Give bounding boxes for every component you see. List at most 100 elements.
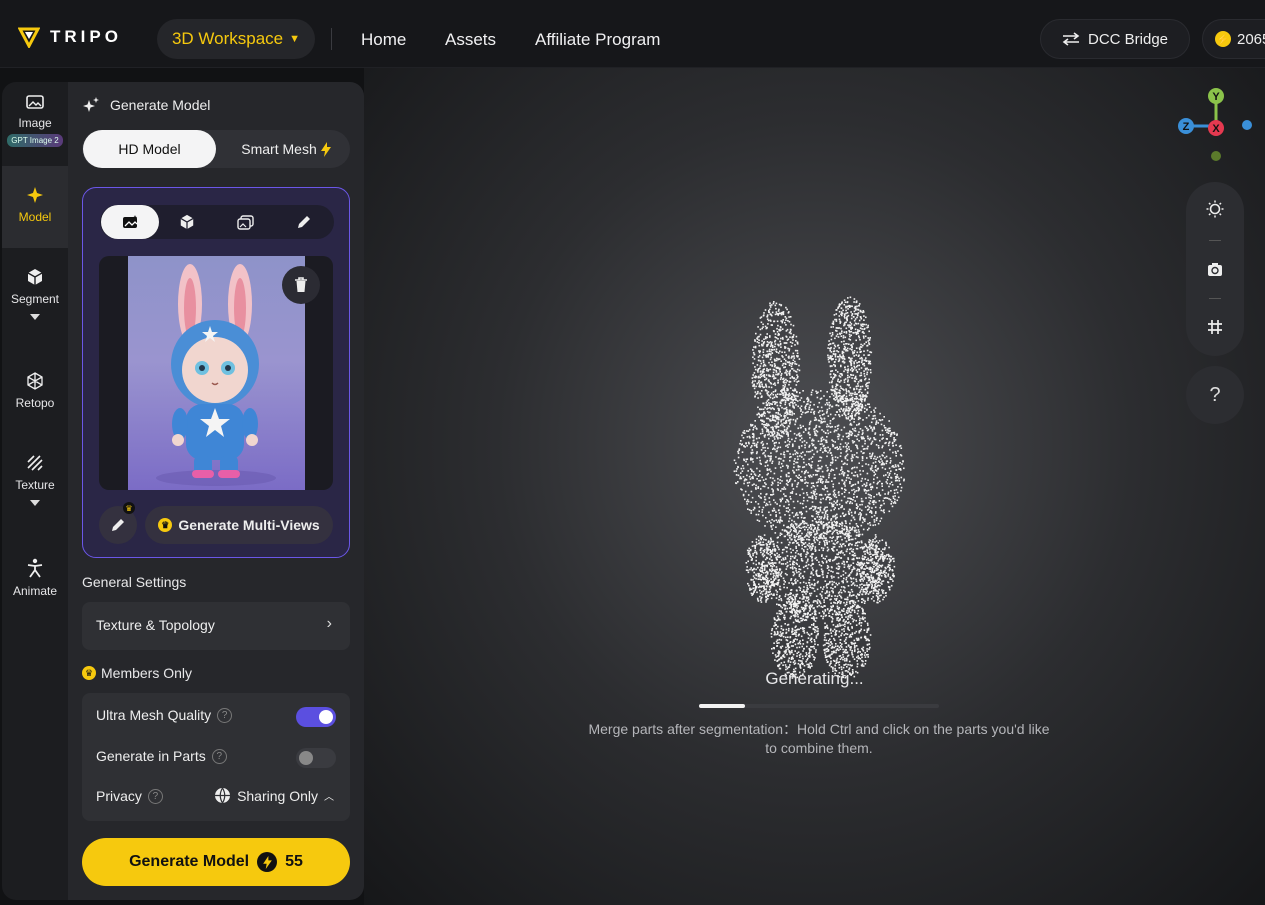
hd-model-label: HD Model [118, 141, 181, 157]
bolt-coin-icon: ⚡ [1215, 31, 1231, 47]
privacy-select[interactable]: Sharing Only ︿ [214, 787, 334, 804]
credits-value: 2065 [1237, 30, 1265, 48]
rail-label-segment: Segment [10, 292, 60, 306]
sun-icon [1206, 200, 1224, 218]
3d-viewport[interactable]: Y Z X ? Generating... Merge parts after … [364, 68, 1265, 905]
cube-icon [27, 269, 43, 285]
dcc-bridge-label: DCC Bridge [1087, 30, 1169, 48]
multi-views-label: Generate Multi-Views [178, 517, 320, 533]
members-only-heading: ♛ Members Only [82, 665, 192, 681]
caret-down-icon[interactable] [30, 314, 40, 320]
tab-image-upload[interactable] [101, 205, 159, 239]
axis-z-label: Z [1183, 121, 1190, 133]
tool-rail: Image GPT Image 2 Model Segment Retopo T… [2, 82, 68, 900]
caret-down-icon[interactable] [30, 500, 40, 506]
grid-icon [1208, 320, 1222, 334]
chevron-up-icon: ︿ [324, 792, 334, 803]
axis-y-label: Y [1212, 91, 1220, 103]
edit-image-button[interactable]: ♛ [99, 502, 137, 544]
generate-cost: 55 [285, 853, 303, 870]
rail-item-animate[interactable]: Animate [2, 558, 68, 608]
generate-model-panel: Generate Model HD Model Smart Mesh ♛ ♛ G… [68, 82, 364, 900]
reset-camera-button[interactable] [1186, 254, 1244, 284]
rail-item-texture[interactable]: Texture [2, 454, 68, 524]
members-settings-box: Ultra Mesh Quality ? Generate in Parts ?… [82, 693, 350, 821]
gpt-image-badge: GPT Image 2 [7, 134, 63, 147]
lighting-button[interactable] [1186, 194, 1244, 224]
pencil-icon [297, 215, 310, 228]
sparkles-icon [83, 97, 99, 112]
hd-model-option[interactable]: HD Model [83, 130, 216, 168]
nav-affiliate-program[interactable]: Affiliate Program [535, 30, 660, 50]
swap-arrows-icon [1062, 32, 1080, 46]
rail-item-segment[interactable]: Segment [2, 268, 68, 338]
help-icon[interactable]: ? [147, 788, 163, 804]
crown-icon: ♛ [158, 518, 173, 532]
uploaded-image-preview[interactable] [99, 256, 333, 490]
privacy-label: Privacy [96, 788, 142, 804]
axis-x-label: X [1212, 123, 1220, 135]
top-bar: TRIPO 3D Workspace ▼ Home Assets Affilia… [0, 0, 1265, 68]
ultra-mesh-label: Ultra Mesh Quality [96, 707, 212, 723]
privacy-value: Sharing Only [237, 787, 318, 804]
generate-in-parts-label: Generate in Parts [96, 748, 206, 764]
divider [331, 28, 332, 50]
rail-label-model: Model [18, 210, 52, 224]
help-icon[interactable]: ? [217, 707, 233, 723]
generate-in-parts-toggle[interactable] [296, 748, 336, 768]
rail-item-model[interactable]: Model [2, 166, 68, 248]
help-icon[interactable]: ? [211, 748, 227, 764]
tripo-logo[interactable]: TRIPO [18, 26, 122, 48]
nav-home[interactable]: Home [361, 30, 406, 50]
rail-item-image[interactable]: Image GPT Image 2 [2, 94, 68, 164]
cube-icon [180, 214, 194, 230]
nav-assets[interactable]: Assets [445, 30, 496, 50]
bolt-icon [320, 141, 331, 157]
ultra-mesh-toggle[interactable] [296, 707, 336, 727]
workspace-label: 3D Workspace [171, 29, 284, 48]
bunny-figure-image [128, 256, 305, 490]
crown-icon: ♛ [82, 666, 96, 680]
axis-gizmo[interactable]: Y Z X [1170, 82, 1260, 172]
texture-topology-row[interactable]: Texture & Topology › [82, 602, 350, 650]
credits-badge[interactable]: ⚡ 2065 [1202, 19, 1265, 59]
delete-image-button[interactable] [282, 266, 320, 304]
point-cloud-preview [733, 296, 905, 679]
help-label: ? [1209, 383, 1221, 406]
help-button[interactable]: ? [1186, 366, 1244, 424]
progress-bar [699, 704, 939, 708]
general-settings-heading: General Settings [82, 574, 187, 590]
workspace-dropdown[interactable]: 3D Workspace ▼ [157, 19, 315, 59]
smart-mesh-label: Smart Mesh [241, 141, 317, 157]
tab-3d-input[interactable] [158, 205, 216, 239]
generate-model-button[interactable]: Generate Model 55 [82, 838, 350, 886]
members-only-label: Members Only [101, 665, 193, 681]
segmentation-hint: Merge parts after segmentation：Hold Ctrl… [588, 721, 1050, 756]
panel-title: Generate Model [82, 96, 210, 114]
globe-icon [215, 787, 231, 804]
image-upload-icon [122, 215, 137, 228]
multi-image-icon [236, 214, 254, 230]
hatch-icon [27, 455, 43, 471]
panel-title-text: Generate Model [110, 97, 211, 113]
rail-label-texture: Texture [15, 478, 55, 492]
grid-toggle-button[interactable] [1186, 312, 1244, 342]
rail-label-image: Image [18, 116, 52, 130]
rail-item-retopo[interactable]: Retopo [2, 372, 68, 422]
input-type-tabs [100, 205, 334, 239]
generate-multi-views-button[interactable]: ♛ Generate Multi-Views [145, 506, 333, 544]
image-input-card: ♛ ♛ Generate Multi-Views [82, 187, 350, 558]
caret-down-icon: ▼ [289, 33, 301, 45]
tripo-logo-icon [18, 27, 40, 48]
progress-fill [699, 704, 745, 708]
tab-multi-image[interactable] [216, 205, 274, 239]
chevron-right-icon: › [326, 615, 332, 632]
texture-topology-label: Texture & Topology [96, 617, 215, 633]
rail-label-animate: Animate [12, 584, 58, 598]
trash-icon [295, 277, 307, 292]
smart-mesh-option[interactable]: Smart Mesh [222, 130, 350, 168]
model-mode-toggle: HD Model Smart Mesh [82, 130, 350, 168]
pencil-icon [112, 519, 124, 531]
dcc-bridge-button[interactable]: DCC Bridge [1040, 19, 1190, 59]
tab-sketch[interactable] [274, 205, 332, 239]
